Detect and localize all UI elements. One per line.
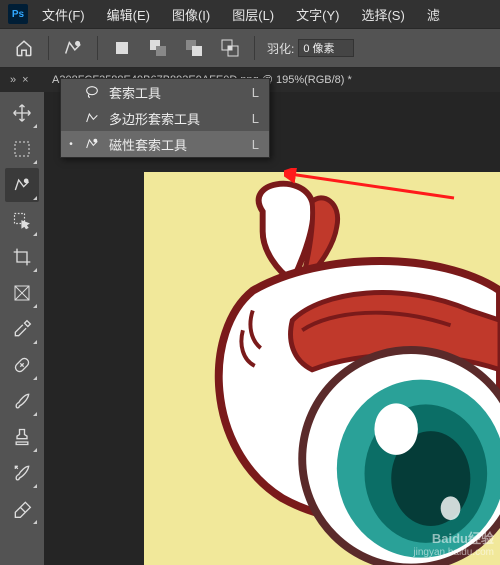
boolean-subtract-icon[interactable]	[182, 36, 206, 60]
flyout-shortcut: L	[252, 137, 259, 152]
tools-panel	[0, 92, 44, 565]
eyedropper-tool[interactable]	[5, 312, 39, 346]
close-panel-icon[interactable]: ×	[22, 74, 28, 86]
panel-collapse[interactable]: » ×	[0, 74, 44, 86]
boolean-intersect-icon[interactable]	[218, 36, 242, 60]
flyout-label: 磁性套索工具	[109, 135, 244, 154]
brush-tool[interactable]	[5, 384, 39, 418]
flyout-selected-marker: •	[67, 139, 75, 150]
magnetic-lasso-icon	[83, 136, 101, 152]
crop-tool[interactable]	[5, 240, 39, 274]
separator	[97, 36, 98, 60]
healing-tool[interactable]	[5, 348, 39, 382]
flyout-item-lasso[interactable]: 套索工具 L	[61, 79, 269, 105]
stamp-tool[interactable]	[5, 420, 39, 454]
quick-select-tool[interactable]	[5, 204, 39, 238]
flyout-shortcut: L	[252, 111, 259, 126]
flyout-item-magnetic-lasso[interactable]: • 磁性套索工具 L	[61, 131, 269, 157]
workspace	[0, 92, 500, 565]
menu-select[interactable]: 选择(S)	[353, 3, 412, 26]
options-bar: 羽化:	[0, 28, 500, 68]
feather-input[interactable]	[298, 39, 354, 57]
flyout-shortcut: L	[252, 85, 259, 100]
menu-image[interactable]: 图像(I)	[164, 3, 218, 26]
menu-layer[interactable]: 图层(L)	[224, 3, 282, 26]
lasso-icon	[83, 84, 101, 100]
canvas-artwork	[144, 172, 500, 565]
home-icon[interactable]	[12, 36, 36, 60]
chevron-right-icon: »	[10, 74, 16, 86]
watermark-url: jingyan.baidu.com	[413, 547, 494, 559]
app-logo: Ps	[8, 4, 28, 24]
menu-file[interactable]: 文件(F)	[34, 3, 93, 26]
flyout-label: 多边形套索工具	[109, 109, 244, 128]
lasso-tool[interactable]	[5, 168, 39, 202]
flyout-label: 套索工具	[109, 83, 244, 102]
eraser-tool[interactable]	[5, 492, 39, 526]
polygon-lasso-icon	[83, 110, 101, 126]
menu-filter[interactable]: 滤	[419, 3, 448, 26]
history-brush-tool[interactable]	[5, 456, 39, 490]
boolean-add-icon[interactable]	[146, 36, 170, 60]
magnetic-lasso-icon[interactable]	[61, 36, 85, 60]
menu-type[interactable]: 文字(Y)	[288, 3, 347, 26]
menu-edit[interactable]: 编辑(E)	[99, 3, 158, 26]
separator	[48, 36, 49, 60]
feather-label: 羽化:	[267, 40, 294, 57]
boolean-new-icon[interactable]	[110, 36, 134, 60]
application-menubar: Ps 文件(F) 编辑(E) 图像(I) 图层(L) 文字(Y) 选择(S) 滤	[0, 0, 500, 28]
marquee-tool[interactable]	[5, 132, 39, 166]
watermark-brand: Baidu经验	[413, 531, 494, 547]
flyout-item-poly-lasso[interactable]: 多边形套索工具 L	[61, 105, 269, 131]
watermark: Baidu经验 jingyan.baidu.com	[413, 531, 494, 559]
frame-tool[interactable]	[5, 276, 39, 310]
document-canvas[interactable]	[44, 92, 500, 565]
move-tool[interactable]	[5, 96, 39, 130]
feather-control: 羽化:	[267, 39, 354, 57]
lasso-tool-flyout: 套索工具 L 多边形套索工具 L • 磁性套索工具 L	[60, 78, 270, 158]
separator	[254, 36, 255, 60]
